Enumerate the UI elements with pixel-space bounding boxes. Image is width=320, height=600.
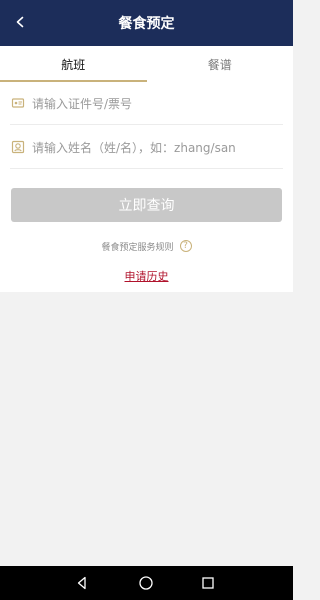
service-rules[interactable]: 餐食预定服务规则 ? — [0, 237, 293, 255]
tab-menu[interactable]: 餐谱 — [147, 46, 294, 82]
chevron-left-icon — [16, 16, 24, 28]
service-rules-label: 餐食预定服务规则 — [101, 242, 174, 253]
id-number-input-placeholder: 请输入证件号/票号 — [32, 96, 133, 111]
form-panel: 请输入证件号/票号 请输入姓名（姓/名），如：zhang/san 立即查询 餐食… — [0, 82, 293, 292]
tab-flight[interactable]: 航班 — [0, 46, 147, 82]
app-header: 餐食预定 — [0, 0, 293, 46]
name-input-placeholder: 请输入姓名（姓/名），如：zhang/san — [32, 140, 236, 155]
tab-menu-label: 餐谱 — [207, 57, 232, 72]
home-circle-icon[interactable] — [136, 573, 156, 593]
user-icon — [11, 140, 25, 154]
tab-flight-label: 航班 — [61, 57, 86, 72]
help-icon[interactable]: ? — [179, 240, 192, 252]
system-navigation-bar — [0, 566, 293, 600]
back-triangle-icon[interactable] — [72, 573, 92, 593]
back-button[interactable] — [8, 10, 32, 34]
id-number-field[interactable]: 请输入证件号/票号 — [0, 82, 293, 124]
field-divider — [10, 168, 283, 169]
tabs: 航班 餐谱 — [0, 46, 293, 82]
query-now-button[interactable]: 立即查询 — [11, 188, 282, 222]
id-card-icon — [11, 98, 25, 108]
recents-square-icon[interactable] — [198, 573, 218, 593]
name-field[interactable]: 请输入姓名（姓/名），如：zhang/san — [0, 126, 293, 168]
field-divider — [10, 124, 283, 125]
application-history-link[interactable]: 申请历史 — [0, 267, 293, 285]
page-title: 餐食预定 — [118, 16, 175, 32]
